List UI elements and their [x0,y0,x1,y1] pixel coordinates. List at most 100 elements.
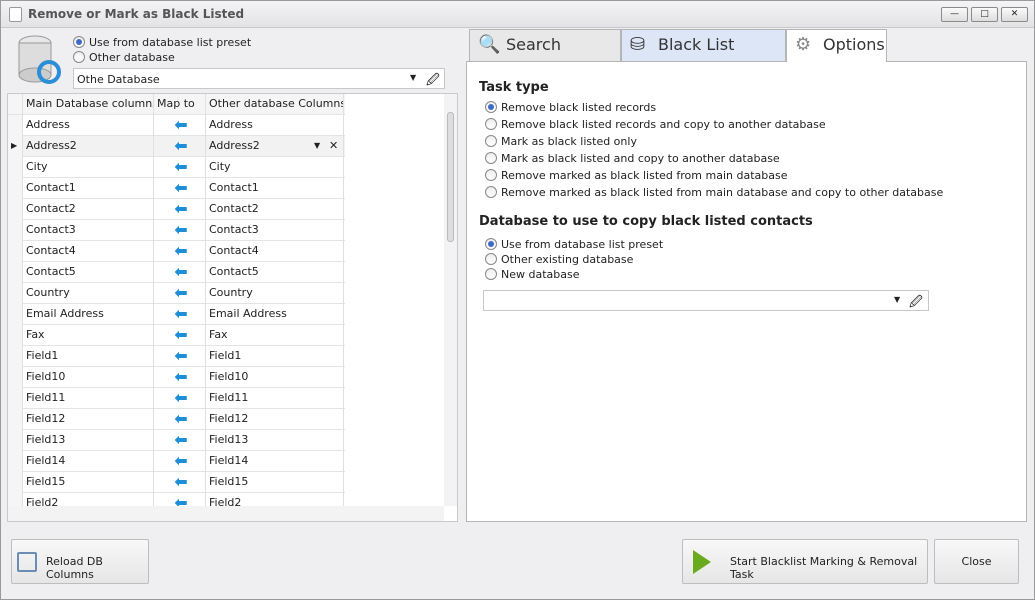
header-other-columns[interactable]: Other database Columns [206,94,344,115]
tab-black-list-history[interactable]: ⛁Black List History [621,29,786,84]
radio-option[interactable]: Use from database list preset [485,238,663,251]
main-column-cell[interactable]: Contact5 [23,262,154,283]
table-row[interactable]: Field13 ⬅ Field13 [8,430,345,451]
arrow-left-icon: ⬅ [154,220,206,241]
radio-option[interactable]: Remove marked as black listed from main … [485,169,787,182]
other-column-cell[interactable]: Email Address [206,304,344,325]
chevron-down-icon[interactable]: ▼ [894,295,900,304]
table-row[interactable]: Field12 ⬅ Field12 [8,409,345,430]
close-window-button[interactable]: ✕ [1001,7,1028,22]
cell-value: Contact3 [209,223,259,236]
reload-db-columns-button[interactable]: Reload DB Columns [11,539,149,584]
main-column-cell[interactable]: Email Address [23,304,154,325]
arrow-left-icon: ⬅ [154,325,206,346]
main-column-cell[interactable]: Field10 [23,367,154,388]
copy-database-combo[interactable]: ▼ 🖉 [483,290,929,311]
table-row[interactable]: Contact5 ⬅ Contact5 [8,262,345,283]
table-row[interactable]: Email Address ⬅ Email Address [8,304,345,325]
table-row[interactable]: Field10 ⬅ Field10 [8,367,345,388]
scroll-thumb[interactable] [447,112,454,242]
main-column-cell[interactable]: Contact2 [23,199,154,220]
table-row[interactable]: Field15 ⬅ Field15 [8,472,345,493]
cell-value: Field13 [209,433,249,446]
other-column-cell[interactable]: Field15 [206,472,344,493]
radio-option[interactable]: Other existing database [485,253,633,266]
radio-option[interactable]: New database [485,268,580,281]
other-column-cell[interactable]: Address2 ▼ ✕ [206,136,344,157]
tab-options[interactable]: ⚙ Options [786,29,887,62]
other-column-cell[interactable]: Contact5 [206,262,344,283]
edit-database-icon[interactable]: 🖉 [426,71,440,93]
maximize-button[interactable]: □ [971,7,998,22]
row-indicator [8,178,23,199]
header-main-columns[interactable]: Main Database columns [23,94,154,115]
other-column-cell[interactable]: Fax [206,325,344,346]
radio-option[interactable]: Remove marked as black listed from main … [485,186,943,199]
other-column-cell[interactable]: Field12 [206,409,344,430]
other-column-cell[interactable]: Field1 [206,346,344,367]
other-column-cell[interactable]: Field11 [206,388,344,409]
main-column-cell[interactable]: Address2 [23,136,154,157]
other-column-cell[interactable]: Contact4 [206,241,344,262]
other-column-cell[interactable]: Contact3 [206,220,344,241]
dialog-window: Remove or Mark as Black Listed — □ ✕ Use… [0,0,1035,600]
close-button[interactable]: Close [934,539,1019,584]
table-row[interactable]: ▶ Address2 ⬅ Address2 ▼ ✕ [8,136,345,157]
main-column-cell[interactable]: Field12 [23,409,154,430]
table-row[interactable]: Contact1 ⬅ Contact1 [8,178,345,199]
main-column-cell[interactable]: Field15 [23,472,154,493]
main-column-cell[interactable]: Contact3 [23,220,154,241]
chevron-down-icon[interactable]: ▼ [410,73,416,82]
arrow-left-icon: ⬅ [154,346,206,367]
tab-search-criterias[interactable]: 🔍Search criterias [469,29,621,84]
main-column-cell[interactable]: Field14 [23,451,154,472]
main-column-cell[interactable]: Contact1 [23,178,154,199]
table-row[interactable]: Field14 ⬅ Field14 [8,451,345,472]
table-row[interactable]: Country ⬅ Country [8,283,345,304]
row-indicator [8,157,23,178]
cell-value: City [209,160,231,173]
main-column-cell[interactable]: Country [23,283,154,304]
radio-label: Remove black listed records and copy to … [501,118,826,131]
start-task-button[interactable]: Start Blacklist Marking & Removal Task [682,539,928,584]
radio-option[interactable]: Mark as black listed only [485,135,637,148]
other-column-cell[interactable]: Contact2 [206,199,344,220]
main-column-cell[interactable]: Field1 [23,346,154,367]
main-column-cell[interactable]: Field13 [23,430,154,451]
main-column-cell[interactable]: City [23,157,154,178]
other-column-cell[interactable]: Contact1 [206,178,344,199]
radio-option[interactable]: Mark as black listed and copy to another… [485,152,780,165]
clear-icon[interactable]: ✕ [329,136,338,156]
radio-option[interactable]: Remove black listed records and copy to … [485,118,826,131]
main-column-cell[interactable]: Contact4 [23,241,154,262]
table-row[interactable]: Contact4 ⬅ Contact4 [8,241,345,262]
source-radio-other[interactable]: Other database [73,51,175,64]
table-row[interactable]: Contact2 ⬅ Contact2 [8,199,345,220]
main-column-cell[interactable]: Field11 [23,388,154,409]
vertical-scrollbar[interactable] [444,94,457,506]
cell-value: Country [209,286,253,299]
database-combo[interactable]: Othe Database ▼ 🖉 [73,68,445,89]
other-column-cell[interactable]: Field14 [206,451,344,472]
other-column-cell[interactable]: Address [206,115,344,136]
other-column-cell[interactable]: City [206,157,344,178]
chevron-down-icon[interactable]: ▼ [314,136,320,156]
horizontal-scrollbar[interactable] [8,506,444,521]
row-indicator [8,325,23,346]
table-row[interactable]: Contact3 ⬅ Contact3 [8,220,345,241]
minimize-button[interactable]: — [941,7,968,22]
table-row[interactable]: Address ⬅ Address [8,115,345,136]
header-map-to[interactable]: Map to [154,94,206,115]
table-row[interactable]: Fax ⬅ Fax [8,325,345,346]
source-radio-preset[interactable]: Use from database list preset [73,36,251,49]
other-column-cell[interactable]: Country [206,283,344,304]
radio-option[interactable]: Remove black listed records [485,101,656,114]
edit-database-icon[interactable]: 🖉 [909,293,923,315]
main-column-cell[interactable]: Fax [23,325,154,346]
table-row[interactable]: City ⬅ City [8,157,345,178]
table-row[interactable]: Field1 ⬅ Field1 [8,346,345,367]
table-row[interactable]: Field11 ⬅ Field11 [8,388,345,409]
main-column-cell[interactable]: Address [23,115,154,136]
other-column-cell[interactable]: Field13 [206,430,344,451]
other-column-cell[interactable]: Field10 [206,367,344,388]
